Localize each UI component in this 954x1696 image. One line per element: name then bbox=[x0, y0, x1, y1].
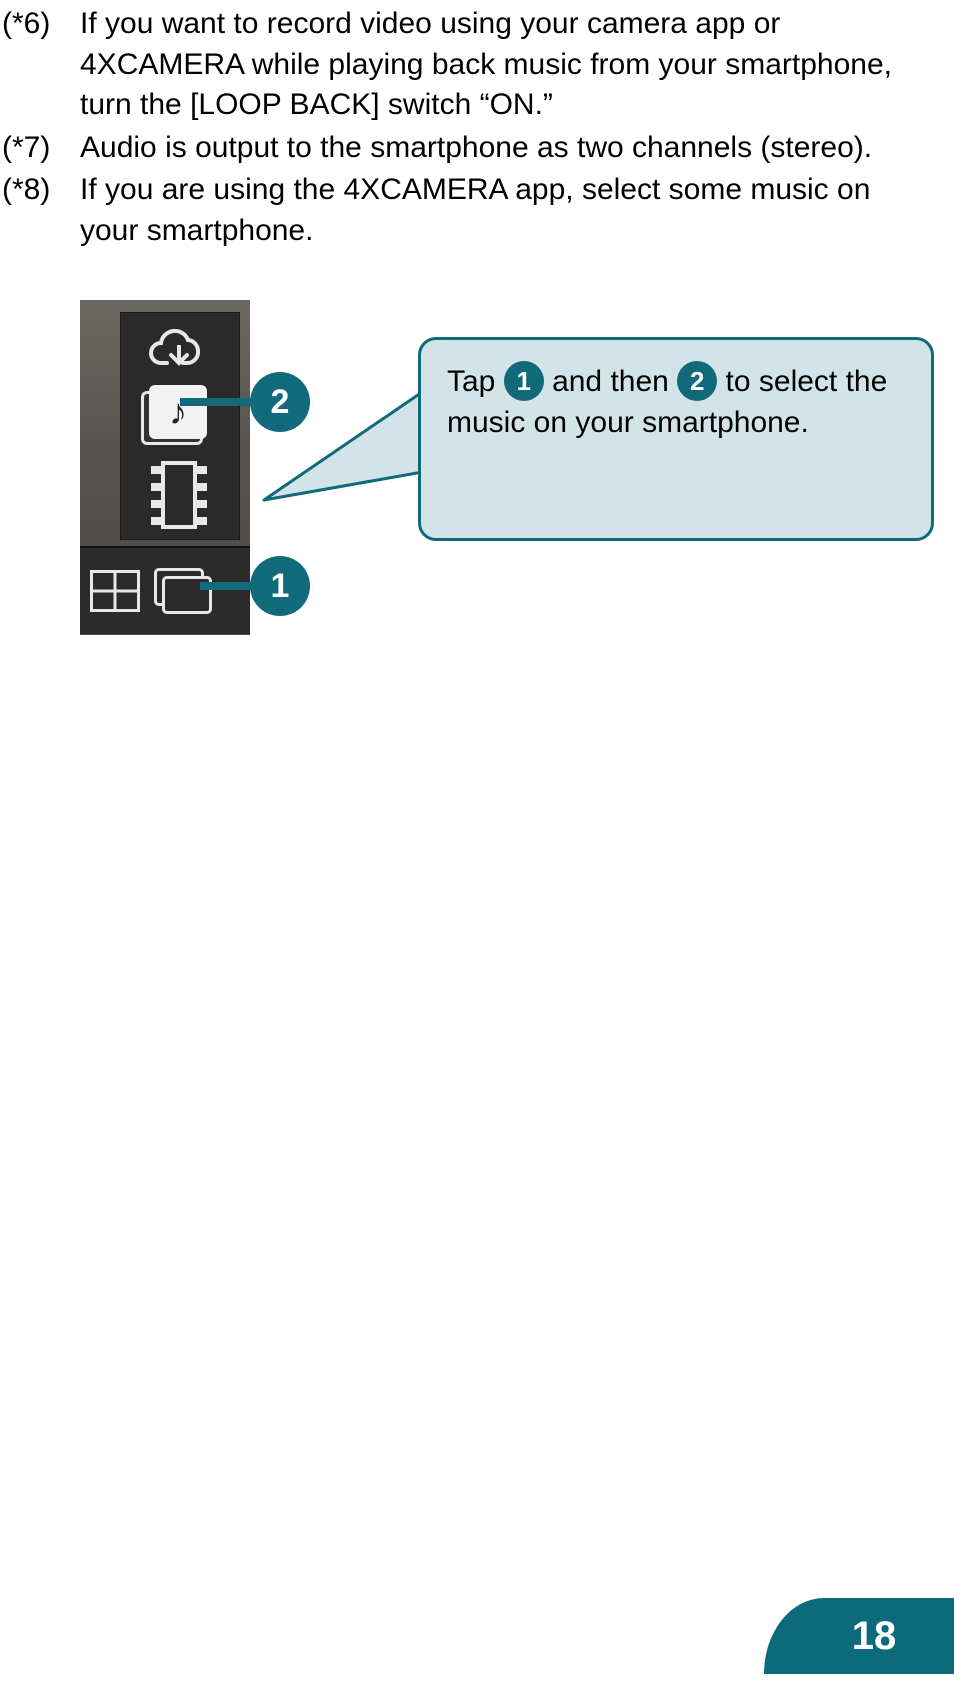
page-number-tab: 18 bbox=[764, 1598, 954, 1674]
notes-list: (*6) If you want to record video using y… bbox=[0, 0, 954, 251]
cloud-download-icon bbox=[147, 329, 211, 373]
illustration-side-panel: ♪ bbox=[120, 312, 240, 540]
inline-step-badge-2: 2 bbox=[677, 361, 717, 401]
illustration-bottom-bar bbox=[80, 546, 250, 634]
callout-text: and then bbox=[552, 365, 677, 398]
badge-connector bbox=[200, 582, 252, 590]
app-screenshot-illustration: ♪ bbox=[80, 300, 250, 645]
page-number: 18 bbox=[852, 1614, 897, 1659]
inline-step-badge-1: 1 bbox=[504, 361, 544, 401]
note-row: (*6) If you want to record video using y… bbox=[0, 4, 934, 126]
note-label: (*7) bbox=[0, 128, 80, 169]
step-badge-1: 1 bbox=[250, 556, 310, 616]
note-label: (*8) bbox=[0, 170, 80, 251]
music-library-icon: ♪ bbox=[139, 385, 209, 449]
film-strip-icon bbox=[151, 461, 207, 529]
note-text: If you are using the 4XCAMERA app, selec… bbox=[80, 170, 934, 251]
step-badge-2: 2 bbox=[250, 372, 310, 432]
note-label: (*6) bbox=[0, 4, 80, 126]
stacked-screens-icon bbox=[150, 568, 210, 614]
badge-connector bbox=[180, 398, 252, 406]
instruction-callout: Tap 1 and then 2 to select the music on … bbox=[418, 337, 934, 541]
note-row: (*7) Audio is output to the smartphone a… bbox=[0, 128, 934, 169]
callout-text: Tap bbox=[447, 365, 504, 398]
grid-layout-icon bbox=[90, 570, 140, 612]
note-text: Audio is output to the smartphone as two… bbox=[80, 128, 934, 169]
note-row: (*8) If you are using the 4XCAMERA app, … bbox=[0, 170, 934, 251]
note-text: If you want to record video using your c… bbox=[80, 4, 934, 126]
